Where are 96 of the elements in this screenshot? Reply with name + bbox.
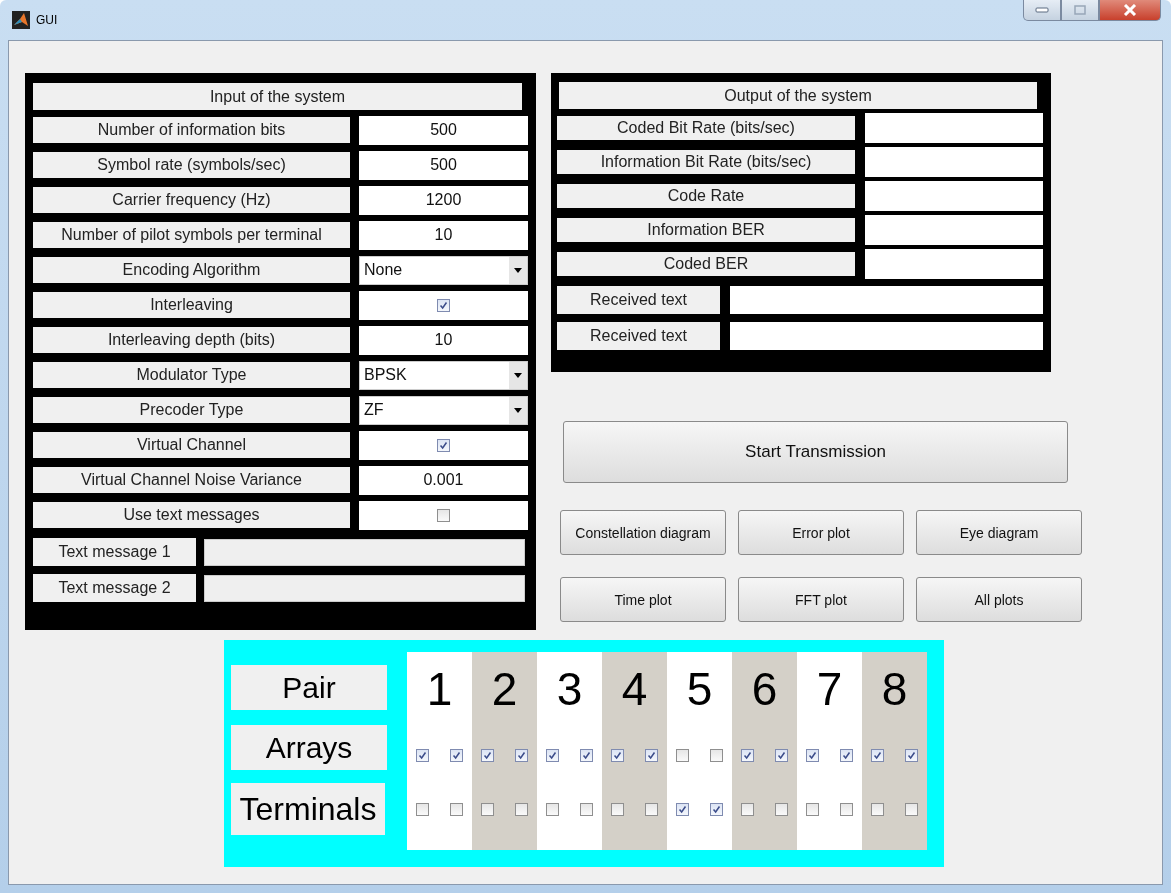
app-icon (12, 11, 30, 29)
field-label: Interleaving (33, 292, 350, 318)
checkbox[interactable] (611, 803, 624, 816)
input-field[interactable]: 500 (359, 150, 528, 180)
checkbox[interactable] (871, 803, 884, 816)
checkbox[interactable] (775, 749, 788, 762)
input-field[interactable]: 10 (359, 220, 528, 250)
checkbox[interactable] (515, 749, 528, 762)
checkbox[interactable] (775, 803, 788, 816)
field-label: Received text (557, 322, 720, 350)
field-label: Information BER (557, 218, 855, 242)
checkbox[interactable] (580, 803, 593, 816)
input-field[interactable]: 10 (359, 325, 528, 355)
pair-number: 1 (426, 666, 453, 716)
checkbox[interactable] (645, 803, 658, 816)
field-label: Use text messages (33, 502, 350, 528)
field-label: Virtual Channel (33, 432, 350, 458)
checkbox[interactable] (710, 803, 723, 816)
field-label: Text message 1 (33, 538, 196, 566)
caret-icon (514, 267, 522, 273)
input-field[interactable]: 1200 (359, 185, 528, 215)
checkbox[interactable] (611, 749, 624, 762)
dropdown[interactable]: BPSK (359, 360, 528, 390)
checkbox[interactable] (546, 749, 559, 762)
checkbox[interactable] (515, 803, 528, 816)
row-label: Pair (231, 665, 387, 710)
field-label: Encoding Algorithm (33, 257, 350, 283)
checkbox[interactable] (481, 749, 494, 762)
caret-icon (514, 372, 522, 378)
input-field[interactable]: 500 (359, 115, 528, 145)
checkbox[interactable] (840, 803, 853, 816)
row-label: Terminals (231, 783, 385, 835)
pair-number: 8 (881, 666, 908, 716)
checkbox[interactable] (840, 749, 853, 762)
field-label: Carrier frequency (Hz) (33, 187, 350, 213)
checkbox[interactable] (437, 298, 450, 312)
checkbox[interactable] (645, 749, 658, 762)
row-label: Arrays (231, 725, 387, 770)
close-icon (1123, 4, 1137, 16)
checkbox[interactable] (905, 749, 918, 762)
panel-title: Output of the system (559, 82, 1037, 109)
checkbox[interactable] (676, 749, 689, 762)
field-label: Virtual Channel Noise Variance (33, 467, 350, 493)
dropdown[interactable]: ZF (359, 395, 528, 425)
plot-button[interactable]: Time plot (560, 577, 726, 622)
checkbox[interactable] (450, 749, 463, 762)
start-button[interactable]: Start Transmission (563, 421, 1068, 483)
checkbox[interactable] (450, 803, 463, 816)
pair-number: 4 (621, 666, 648, 716)
plot-button[interactable]: Constellation diagram (560, 510, 726, 555)
plot-button[interactable]: All plots (916, 577, 1082, 622)
window-title: GUI (36, 13, 58, 27)
field-label: Interleaving depth (bits) (33, 327, 350, 353)
field-label: Information Bit Rate (bits/sec) (557, 150, 855, 174)
checkbox[interactable] (676, 803, 689, 816)
field-label: Coded Bit Rate (bits/sec) (557, 116, 855, 140)
pair-number: 2 (491, 666, 518, 716)
maximize-button[interactable] (1061, 0, 1099, 21)
checkbox[interactable] (806, 749, 819, 762)
field-label: Precoder Type (33, 397, 350, 423)
field-label: Coded BER (557, 252, 855, 276)
close-button[interactable] (1099, 0, 1161, 21)
field-label: Modulator Type (33, 362, 350, 388)
field-label: Number of information bits (33, 117, 350, 143)
checkbox[interactable] (416, 803, 429, 816)
checkbox[interactable] (741, 749, 754, 762)
field-label: Number of pilot symbols per terminal (33, 222, 350, 248)
plot-button[interactable]: FFT plot (738, 577, 904, 622)
field-label: Code Rate (557, 184, 855, 208)
minimize-icon (1035, 7, 1049, 13)
pair-number: 6 (751, 666, 778, 716)
pair-number: 5 (686, 666, 713, 716)
checkbox[interactable] (580, 749, 593, 762)
checkbox[interactable] (806, 803, 819, 816)
checkbox[interactable] (741, 803, 754, 816)
input-field[interactable]: 0.001 (359, 465, 528, 495)
panel-title: Input of the system (33, 83, 522, 110)
dropdown[interactable]: None (359, 255, 528, 285)
field-label: Text message 2 (33, 574, 196, 602)
checkbox[interactable] (416, 749, 429, 762)
checkbox[interactable] (710, 749, 723, 762)
caret-icon (514, 407, 522, 413)
field-label: Symbol rate (symbols/sec) (33, 152, 350, 178)
checkbox[interactable] (437, 438, 450, 452)
checkbox[interactable] (905, 803, 918, 816)
checkbox[interactable] (481, 803, 494, 816)
checkbox[interactable] (437, 508, 450, 522)
pair-number: 7 (816, 666, 843, 716)
plot-button[interactable]: Eye diagram (916, 510, 1082, 555)
pair-number: 3 (556, 666, 583, 716)
minimize-button[interactable] (1023, 0, 1061, 21)
checkbox[interactable] (871, 749, 884, 762)
field-label: Received text (557, 286, 720, 314)
checkbox[interactable] (546, 803, 559, 816)
plot-button[interactable]: Error plot (738, 510, 904, 555)
maximize-icon (1074, 5, 1086, 15)
